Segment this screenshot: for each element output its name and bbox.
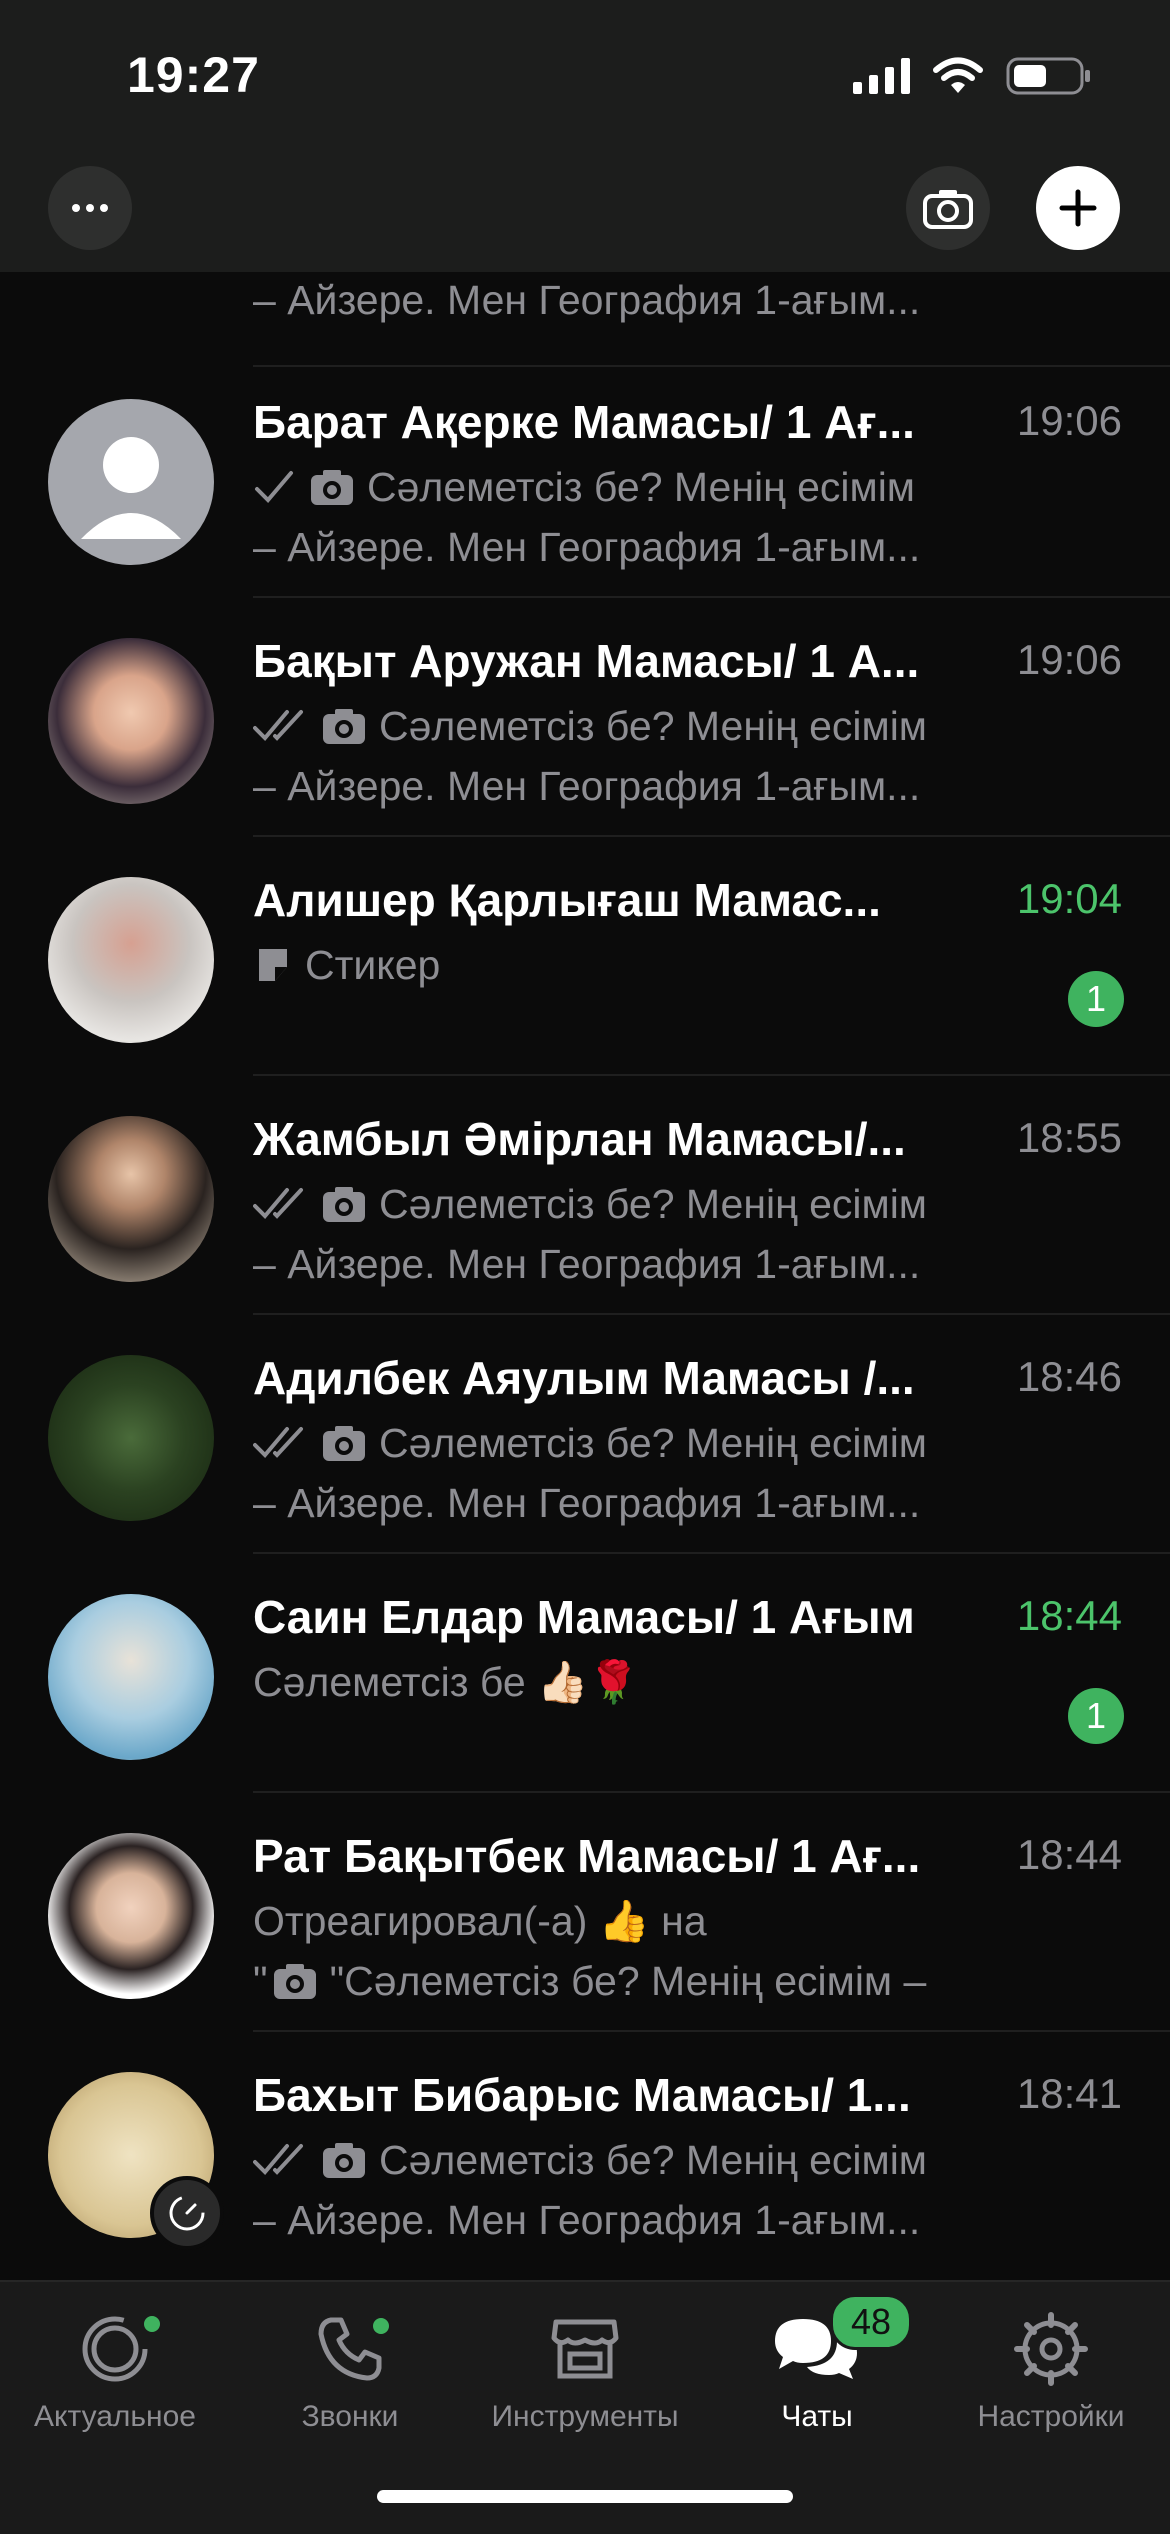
chat-name: Саин Елдар Мамасы/ 1 Ағым bbox=[253, 1591, 915, 1643]
camera-icon bbox=[923, 190, 973, 229]
chat-time: 18:44 bbox=[1016, 1831, 1122, 1878]
tab-calls[interactable]: Звонки bbox=[245, 2304, 455, 2434]
chat-name: Бақыт Аружан Мамасы/ 1 А... bbox=[253, 635, 920, 687]
battery-icon bbox=[1006, 57, 1090, 95]
tab-chats[interactable]: 48 Чаты bbox=[712, 2294, 922, 2434]
chat-preview: Сәлеметсіз бе? Менің есімім – Айзере. Ме… bbox=[253, 2137, 927, 2243]
tab-settings[interactable]: Настройки bbox=[946, 2304, 1156, 2434]
chat-preview: – Айзере. Мен География 1-ағым... bbox=[253, 277, 921, 323]
chat-preview: Отреагировал(-а) 👍 на " "Сәлеметсіз бе? … bbox=[253, 1898, 927, 2004]
double-check-icon bbox=[253, 2144, 303, 2175]
chat-name: Барат Ақерке Мамасы/ 1 Ағ... bbox=[253, 396, 915, 448]
sticker-icon bbox=[259, 949, 287, 981]
chat-preview: Сәлеметсіз бе? Менің есімім – Айзере. Ме… bbox=[253, 1420, 927, 1526]
avatar bbox=[48, 1355, 214, 1521]
tab-label: Инструменты bbox=[491, 2400, 679, 2433]
new-chat-button[interactable] bbox=[1036, 166, 1120, 250]
camera-button[interactable] bbox=[906, 166, 990, 250]
chat-row[interactable]: Алишер Қарлығаш Мамас... 19:04 Стикер 1 bbox=[0, 837, 1170, 1076]
avatar bbox=[48, 1833, 214, 1999]
tab-label: Актуальное bbox=[34, 2400, 196, 2433]
plus-icon bbox=[1059, 189, 1097, 227]
chat-row[interactable]: Бақыт Аружан Мамасы/ 1 А... 19:06 Сәлеме… bbox=[0, 598, 1170, 837]
home-indicator bbox=[377, 2490, 793, 2503]
chat-preview: Сәлеметсіз бе? Менің есімім – Айзере. Ме… bbox=[253, 703, 927, 809]
avatar bbox=[48, 1116, 214, 1282]
chat-time: 19:06 bbox=[1016, 397, 1122, 444]
tab-label: Звонки bbox=[301, 2400, 399, 2433]
chat-row[interactable]: Саин Елдар Мамасы/ 1 Ағым 18:44 Сәлеметс… bbox=[0, 1554, 1170, 1793]
chat-row[interactable]: Барат Ақерке Мамасы/ 1 Ағ... 19:06 Сәлем… bbox=[0, 359, 1170, 598]
chat-name: Жамбыл Әмірлан Мамасы/... bbox=[253, 1113, 906, 1165]
chat-time: 18:44 bbox=[1016, 1592, 1122, 1639]
avatar bbox=[48, 877, 214, 1043]
chat-time: 19:04 bbox=[1016, 875, 1122, 922]
store-icon bbox=[551, 2319, 619, 2379]
wifi-icon bbox=[933, 57, 983, 93]
top-bar bbox=[0, 160, 1170, 272]
double-check-icon bbox=[253, 710, 303, 741]
cellular-signal-icon bbox=[853, 58, 910, 94]
camera-icon bbox=[323, 2143, 365, 2178]
gear-icon bbox=[1014, 2312, 1088, 2386]
unread-count-badge: 48 bbox=[830, 2294, 912, 2350]
more-button[interactable] bbox=[48, 166, 132, 250]
chat-name: Алишер Қарлығаш Мамас... bbox=[253, 874, 881, 926]
camera-icon bbox=[311, 470, 353, 505]
camera-icon bbox=[273, 1964, 316, 1999]
tab-label: Настройки bbox=[977, 2400, 1125, 2433]
default-avatar-icon bbox=[81, 437, 181, 539]
status-dot bbox=[373, 2318, 389, 2334]
tab-tools[interactable]: Инструменты bbox=[480, 2304, 690, 2434]
updates-icon bbox=[82, 2316, 148, 2382]
double-check-icon bbox=[253, 1427, 303, 1458]
chat-preview: Стикер bbox=[253, 935, 1013, 995]
camera-icon bbox=[323, 1187, 365, 1222]
chat-name: Бахыт Бибарыс Мамасы/ 1... bbox=[253, 2069, 911, 2121]
chat-preview: Сәлеметсіз бе? Менің есімім – Айзере. Ме… bbox=[253, 1181, 927, 1287]
status-dot bbox=[144, 2316, 160, 2332]
chat-row[interactable]: Бахыт Бибарыс Мамасы/ 1... 18:41 Сәлемет… bbox=[0, 2032, 1170, 2271]
disappearing-timer-icon bbox=[150, 2176, 224, 2250]
camera-icon bbox=[323, 1426, 365, 1461]
chat-preview: Сәлеметсіз бе 👍🏻🌹 bbox=[253, 1659, 640, 1705]
tab-updates[interactable]: Актуальное bbox=[10, 2304, 220, 2434]
status-bar: 19:27 bbox=[0, 0, 1170, 160]
chat-list[interactable]: – Айзере. Мен География 1-ағым... Барат … bbox=[0, 0, 1170, 2280]
status-time: 19:27 bbox=[127, 47, 260, 103]
chat-name: Адилбек Аяулым Мамасы /... bbox=[253, 1352, 915, 1404]
chat-row[interactable]: Рат Бақытбек Мамасы/ 1 Ағ... 18:44 Отреа… bbox=[0, 1793, 1170, 2032]
avatar bbox=[48, 399, 214, 565]
chat-preview: Сәлеметсіз бе? Менің есімім – Айзере. Ме… bbox=[253, 464, 921, 570]
double-check-icon bbox=[253, 1188, 303, 1219]
chat-time: 18:46 bbox=[1016, 1353, 1122, 1400]
chat-time: 18:55 bbox=[1016, 1114, 1122, 1161]
camera-icon bbox=[323, 709, 365, 744]
avatar bbox=[48, 1594, 214, 1760]
chat-name: Рат Бақытбек Мамасы/ 1 Ағ... bbox=[253, 1830, 921, 1882]
unread-badge: 1 bbox=[1068, 1688, 1124, 1744]
single-check-icon bbox=[255, 471, 293, 503]
more-icon bbox=[72, 204, 80, 212]
avatar bbox=[48, 638, 214, 804]
chat-time: 18:41 bbox=[1016, 2070, 1122, 2117]
tab-label: Чаты bbox=[781, 2400, 853, 2433]
unread-badge: 1 bbox=[1068, 971, 1124, 1027]
chat-row[interactable]: Адилбек Аяулым Мамасы /... 18:46 Сәлемет… bbox=[0, 1315, 1170, 1554]
chat-time: 19:06 bbox=[1016, 636, 1122, 683]
chat-row[interactable]: Жамбыл Әмірлан Мамасы/... 18:55 Сәлеметс… bbox=[0, 1076, 1170, 1315]
